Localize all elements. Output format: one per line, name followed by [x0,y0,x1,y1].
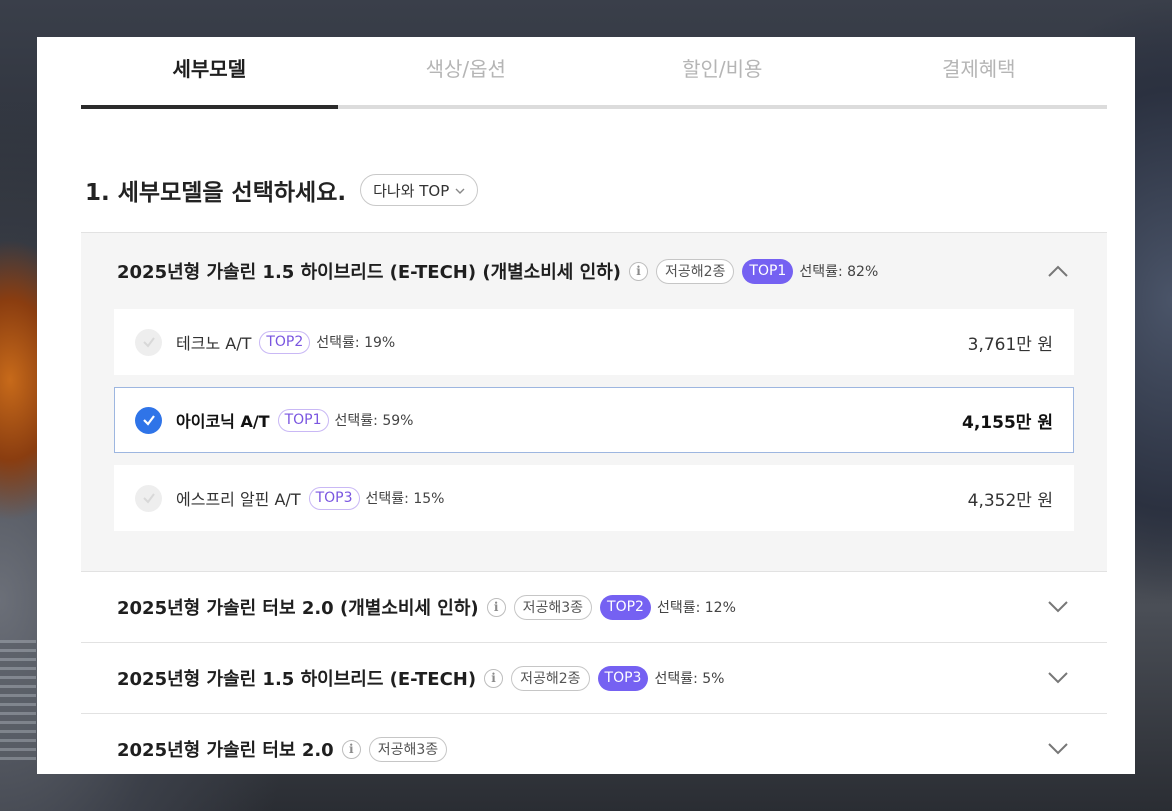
trim-name: 아이코닉 A/T [176,412,270,431]
section-title: 1. 세부모델을 선택하세요. [85,180,347,206]
trim-top-badge: TOP3 [308,486,360,510]
trim-top-badge: TOP2 [259,330,311,354]
trim-selector-panel: 세부모델 색상/옵션 할인/비용 결제혜택 1. 세부모델을 선택하세요. 다나… [37,37,1135,774]
chevron-up-icon[interactable] [1047,260,1069,282]
top-rank-badge: TOP3 [597,665,649,691]
tab-payment-benefits[interactable]: 결제혜택 [851,37,1108,105]
sort-filter-button[interactable]: 다나와 TOP [360,174,479,206]
model-group: 2025년형 가솔린 1.5 하이브리드 (E-TECH) i 저공해2종 TO… [81,642,1107,713]
check-circle-icon[interactable] [135,328,162,356]
model-group-header[interactable]: 2025년형 가솔린 1.5 하이브리드 (E-TECH) i 저공해2종 TO… [81,643,1107,713]
trim-price: 4,352만 원 [967,490,1053,511]
model-group: 2025년형 가솔린 1.5 하이브리드 (E-TECH) (개별소비세 인하)… [81,232,1107,571]
trim-option[interactable]: 에스프리 알핀 A/T TOP3 선택률: 15% 4,352만 원 [114,465,1074,531]
model-group-title: 2025년형 가솔린 1.5 하이브리드 (E-TECH) (개별소비세 인하) [117,262,621,283]
tab-color-options[interactable]: 색상/옵션 [338,37,595,105]
top-rank-badge: TOP2 [600,594,651,620]
emission-badge: 저공해2종 [655,258,735,284]
trim-selection-rate: 선택률: 59% [334,413,414,429]
model-group-header[interactable]: 2025년형 가솔린 1.5 하이브리드 (E-TECH) (개별소비세 인하)… [81,233,1107,309]
check-circle-icon[interactable] [135,484,162,512]
tab-detail-model[interactable]: 세부모델 [81,37,338,109]
trim-name: 에스프리 알핀 A/T [176,490,301,509]
model-group-title: 2025년형 가솔린 1.5 하이브리드 (E-TECH) [117,669,477,690]
check-circle-icon[interactable] [135,406,162,434]
info-icon[interactable]: i [486,597,506,617]
model-group-header[interactable]: 2025년형 가솔린 터보 2.0 i 저공해3종 [81,714,1107,774]
trim-price: 3,761만 원 [967,334,1053,355]
emission-badge: 저공해2종 [511,665,590,691]
chevron-down-icon[interactable] [1047,738,1069,760]
trim-option-list: 테크노 A/T TOP2 선택률: 19% 3,761만 원 아이코닉 A/T … [81,309,1107,531]
info-icon[interactable]: i [341,739,361,759]
selection-rate: 선택률: 5% [654,671,725,687]
selection-rate: 선택률: 82% [799,264,879,280]
info-icon[interactable]: i [484,668,504,688]
air-vent [0,640,36,760]
model-group-title: 2025년형 가솔린 터보 2.0 (개별소비세 인하) [117,598,479,619]
model-group: 2025년형 가솔린 터보 2.0 i 저공해3종 [81,713,1107,774]
info-icon[interactable]: i [628,261,648,281]
trim-option[interactable]: 테크노 A/T TOP2 선택률: 19% 3,761만 원 [114,309,1074,375]
model-group-list: 2025년형 가솔린 1.5 하이브리드 (E-TECH) (개별소비세 인하)… [81,232,1107,774]
chevron-down-icon[interactable] [1047,596,1069,618]
emission-badge: 저공해3종 [513,594,593,620]
model-group: 2025년형 가솔린 터보 2.0 (개별소비세 인하) i 저공해3종 TOP… [81,571,1107,642]
trim-selection-rate: 선택률: 15% [365,491,445,507]
trim-selection-rate: 선택률: 19% [316,335,396,351]
model-group-title: 2025년형 가솔린 터보 2.0 [117,740,334,761]
trim-option-selected[interactable]: 아이코닉 A/T TOP1 선택률: 59% 4,155만 원 [114,387,1074,453]
emission-badge: 저공해3종 [368,736,448,762]
chevron-down-icon[interactable] [1047,667,1069,689]
chevron-down-icon [455,185,465,195]
top-rank-badge: TOP1 [742,258,794,284]
selection-rate: 선택률: 12% [656,600,736,616]
section-header: 1. 세부모델을 선택하세요. 다나와 TOP [85,173,479,207]
trim-name: 테크노 A/T [176,334,252,353]
trim-price: 4,155만 원 [962,412,1053,433]
step-tabs: 세부모델 색상/옵션 할인/비용 결제혜택 [81,37,1107,109]
model-group-header[interactable]: 2025년형 가솔린 터보 2.0 (개별소비세 인하) i 저공해3종 TOP… [81,572,1107,642]
trim-top-badge: TOP1 [277,408,329,432]
sort-filter-label: 다나와 TOP [373,181,450,200]
tab-discount-cost[interactable]: 할인/비용 [594,37,851,105]
